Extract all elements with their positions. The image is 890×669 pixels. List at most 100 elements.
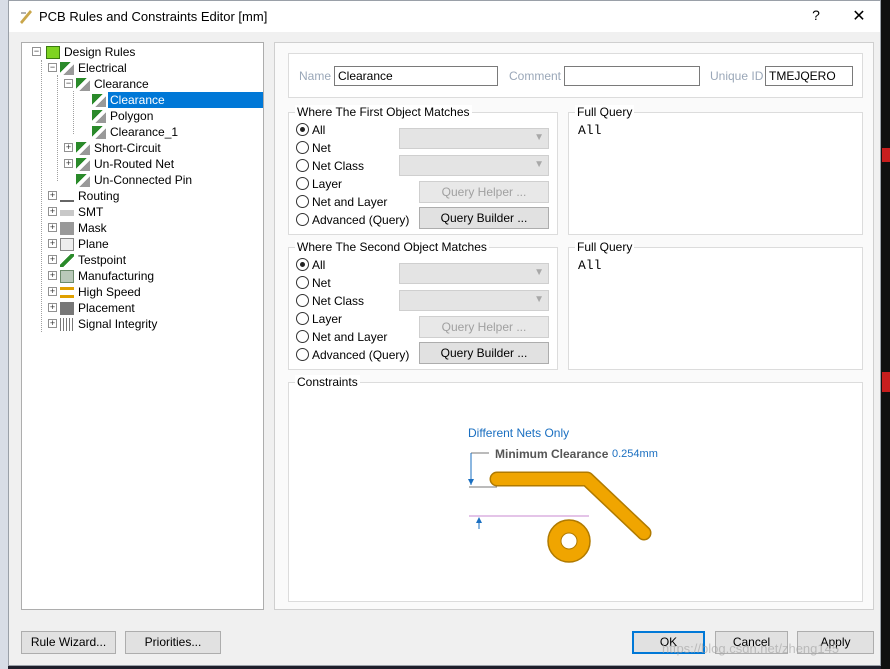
expand-icon[interactable]: +	[48, 271, 57, 280]
background-app-right	[881, 0, 890, 669]
expand-icon[interactable]: +	[48, 207, 57, 216]
first-net-class-radio[interactable]	[296, 159, 309, 172]
chevron-down-icon: ▼	[534, 159, 544, 170]
rule-icon	[76, 142, 90, 156]
first-all-radio[interactable]	[296, 123, 309, 136]
title-bar: PCB Rules and Constraints Editor [mm] ? …	[9, 1, 880, 32]
second-net-combo[interactable]: ▼	[399, 263, 549, 284]
rule-icon	[76, 174, 90, 188]
rule-icon	[92, 94, 106, 108]
second-net-radio[interactable]	[296, 276, 309, 289]
design-rules-icon	[46, 46, 60, 60]
constraints-title: Constraints	[295, 375, 360, 389]
expand-icon[interactable]: +	[48, 255, 57, 264]
rules-editor-icon	[20, 10, 32, 24]
second-full-query-text[interactable]: All	[578, 258, 601, 273]
name-label: Name	[299, 69, 332, 83]
first-net-class-label: Net Class	[312, 159, 365, 173]
tree-guide	[57, 75, 58, 181]
tree-guide	[41, 60, 42, 332]
second-query-builder-button[interactable]: Query Builder ...	[419, 342, 549, 364]
close-button[interactable]: ✕	[845, 6, 873, 26]
expand-icon[interactable]: +	[48, 239, 57, 248]
first-net-label: Net	[312, 141, 331, 155]
second-all-label: All	[312, 258, 326, 272]
first-query-builder-button[interactable]: Query Builder ...	[419, 207, 549, 229]
first-net-and-layer-label: Net and Layer	[312, 195, 388, 209]
help-button[interactable]: ?	[804, 7, 828, 27]
first-net-radio[interactable]	[296, 141, 309, 154]
first-layer-label: Layer	[312, 177, 343, 191]
rule-icon	[60, 62, 74, 76]
priorities-button[interactable]: Priorities...	[125, 631, 221, 654]
second-net-and-layer-label: Net and Layer	[312, 330, 388, 344]
first-object-title: Where The First Object Matches	[295, 105, 472, 119]
second-query-helper-button[interactable]: Query Helper ...	[419, 316, 549, 338]
different-nets-only-link[interactable]: Different Nets Only	[468, 426, 569, 440]
first-full-query-title: Full Query	[575, 105, 635, 119]
second-net-class-combo[interactable]: ▼	[399, 290, 549, 311]
second-advanced-radio[interactable]	[296, 348, 309, 361]
clearance-diagram	[468, 452, 652, 563]
background-red-mark-1	[882, 148, 890, 162]
arrow-up-icon	[476, 517, 482, 523]
first-net-and-layer-radio[interactable]	[296, 195, 309, 208]
second-layer-radio[interactable]	[296, 312, 309, 325]
arrow-down-icon	[468, 479, 474, 485]
watermark: https://blog.csdn.net/zheng145	[662, 641, 840, 656]
name-input[interactable]: Clearance	[334, 66, 498, 86]
second-layer-label: Layer	[312, 312, 343, 326]
second-net-class-radio[interactable]	[296, 294, 309, 307]
rule-icon	[92, 126, 106, 140]
placement-icon	[60, 302, 74, 316]
second-net-class-label: Net Class	[312, 294, 365, 308]
first-query-helper-button[interactable]: Query Helper ...	[419, 181, 549, 203]
unique-id-input[interactable]: TMEJQERO	[765, 66, 853, 86]
comment-input[interactable]	[564, 66, 700, 86]
tree-item-unconnected-pin[interactable]: Un-Connected Pin	[76, 172, 194, 188]
second-net-and-layer-radio[interactable]	[296, 330, 309, 343]
routing-icon	[60, 192, 74, 202]
second-full-query-title: Full Query	[575, 240, 635, 254]
chevron-down-icon: ▼	[534, 132, 544, 143]
rule-icon	[76, 78, 90, 92]
background-red-mark-2	[882, 372, 890, 392]
second-advanced-label: Advanced (Query)	[312, 348, 410, 362]
first-net-combo[interactable]: ▼	[399, 128, 549, 149]
tree-item-clearance-1[interactable]: Clearance_1	[92, 124, 180, 140]
second-all-radio[interactable]	[296, 258, 309, 271]
collapse-icon[interactable]: −	[48, 63, 57, 72]
first-full-query-group: Full Query	[568, 105, 863, 235]
first-layer-radio[interactable]	[296, 177, 309, 190]
manufacturing-icon	[60, 270, 74, 284]
collapse-icon[interactable]: −	[64, 79, 73, 88]
high-speed-icon	[60, 287, 74, 299]
expand-icon[interactable]: +	[48, 287, 57, 296]
unique-id-label: Unique ID	[710, 69, 764, 83]
expand-icon[interactable]: +	[48, 223, 57, 232]
expand-icon[interactable]: +	[48, 303, 57, 312]
tree-item-clearance-selected[interactable]: Clearance	[92, 92, 263, 108]
collapse-icon[interactable]: −	[32, 47, 41, 56]
background-app-left	[0, 0, 8, 669]
expand-icon[interactable]: +	[48, 319, 57, 328]
rules-editor-window: PCB Rules and Constraints Editor [mm] ? …	[8, 0, 881, 666]
second-object-title: Where The Second Object Matches	[295, 240, 489, 254]
rule-icon	[92, 110, 106, 124]
first-all-label: All	[312, 123, 326, 137]
rule-wizard-button[interactable]: Rule Wizard...	[21, 631, 116, 654]
signal-integrity-icon	[60, 318, 74, 332]
first-advanced-radio[interactable]	[296, 213, 309, 226]
mask-icon	[60, 222, 74, 236]
rules-tree[interactable]: − Design Rules − Electrical − Clearance …	[21, 42, 264, 610]
first-net-class-combo[interactable]: ▼	[399, 155, 549, 176]
tree-item-polygon[interactable]: Polygon	[92, 108, 155, 124]
first-advanced-label: Advanced (Query)	[312, 213, 410, 227]
first-full-query-text[interactable]: All	[578, 123, 601, 138]
second-full-query-group: Full Query	[568, 240, 863, 370]
expand-icon[interactable]: +	[48, 191, 57, 200]
expand-icon[interactable]: +	[64, 143, 73, 152]
pad-hole	[560, 532, 578, 550]
chevron-down-icon: ▼	[534, 294, 544, 305]
expand-icon[interactable]: +	[64, 159, 73, 168]
